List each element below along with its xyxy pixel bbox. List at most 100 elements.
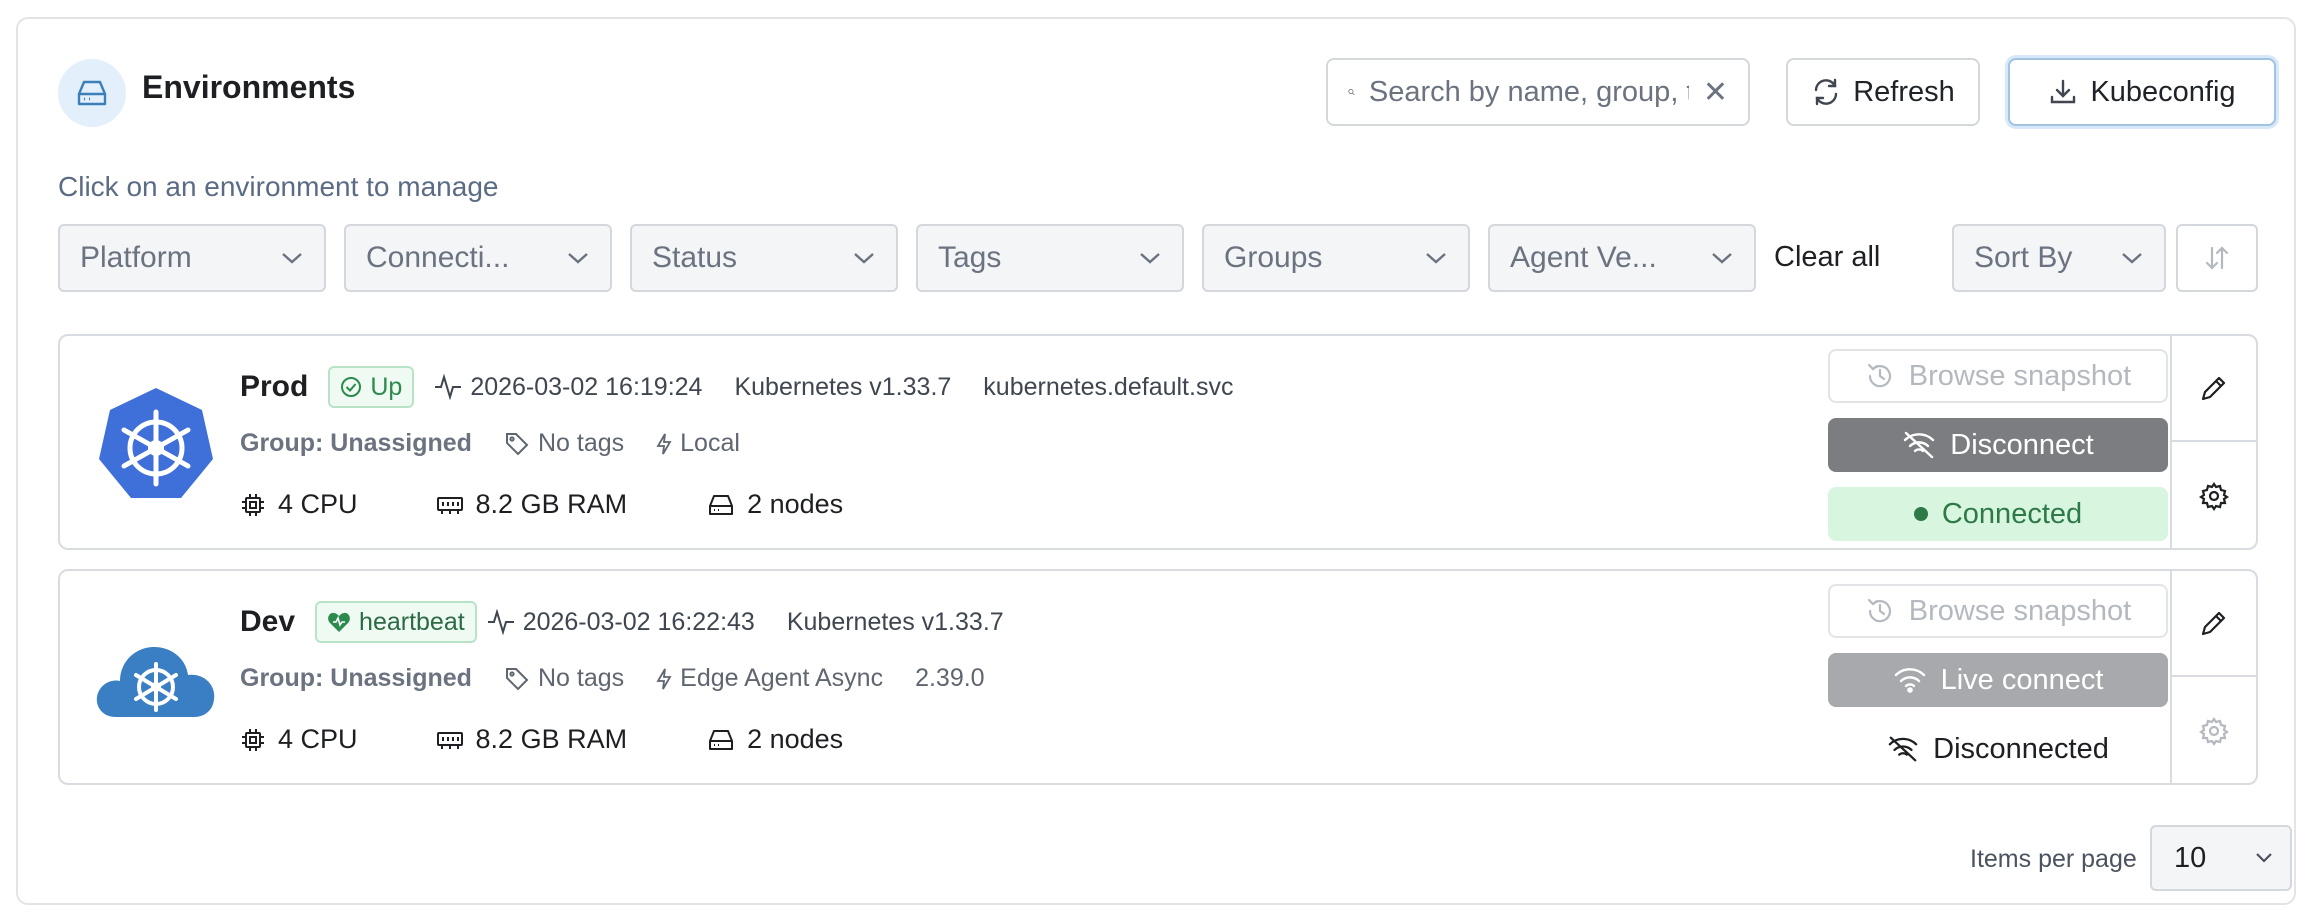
cpu-icon (242, 728, 264, 751)
chevron-down-icon (1140, 253, 1160, 264)
env-header-row: Dev heartbeat 2026-03-02 16:22:43 Kubern… (240, 601, 1004, 643)
kubeconfig-button[interactable]: Kubeconfig (2008, 58, 2276, 126)
download-icon (2051, 79, 2076, 104)
filter-groups[interactable]: Groups (1202, 224, 1470, 292)
env-header-row: Prod Up 2026-03-02 16:19:24 Kubernetes v… (240, 366, 1233, 408)
filter-label: Groups (1224, 241, 1323, 274)
heartbeat-time: 2026-03-02 16:22:43 (487, 608, 755, 637)
heartbeat-time-text: 2026-03-02 16:19:24 (470, 372, 703, 401)
filter-status[interactable]: Status (630, 224, 898, 292)
filter-label: Connecti... (366, 241, 510, 274)
env-nodes-text: 2 nodes (747, 489, 844, 519)
card-side-actions (2170, 336, 2256, 548)
env-tags-text: No tags (537, 664, 625, 692)
history-icon (1867, 363, 1891, 388)
env-nodes: 2 nodes (707, 489, 843, 520)
env-nodes: 2 nodes (707, 724, 843, 755)
heartbeat-time: 2026-03-02 16:19:24 (434, 373, 702, 402)
platform-version: Kubernetes v1.33.7 (734, 372, 952, 401)
env-cpu: 4 CPU (240, 489, 358, 520)
gear-icon (2199, 482, 2229, 511)
page-title: Environments (142, 69, 356, 105)
cpu-icon (242, 493, 264, 516)
settings-button[interactable] (2172, 442, 2256, 550)
activity-icon (435, 374, 462, 400)
memory-icon (436, 496, 463, 514)
connection-status-text: Disconnected (1933, 732, 2109, 765)
filter-label: Platform (80, 241, 192, 274)
live-connect-label: Live connect (1940, 663, 2104, 696)
status-badge: heartbeat (315, 601, 477, 643)
browse-snapshot-button[interactable]: Browse snapshot (1828, 584, 2168, 638)
check-circle-icon (341, 377, 362, 397)
status-dot-icon (1913, 507, 1928, 521)
kubeconfig-label: Kubeconfig (2090, 75, 2236, 108)
sort-by-select[interactable]: Sort By (1952, 224, 2166, 292)
browse-snapshot-label: Browse snapshot (1908, 359, 2132, 392)
filter-label: Tags (938, 241, 1002, 274)
platform-version: Kubernetes v1.33.7 (786, 607, 1004, 636)
clear-all-link[interactable]: Clear all (1774, 241, 1880, 274)
clear-search-icon[interactable]: ✕ (1703, 75, 1728, 110)
environment-card-prod[interactable]: Prod Up 2026-03-02 16:19:24 Kubernetes v… (58, 334, 2258, 550)
env-connection-type: Local (656, 429, 740, 458)
kubernetes-cloud-logo (94, 631, 218, 751)
pencil-icon (2201, 611, 2226, 636)
status-badge: Up (328, 366, 415, 408)
env-tags: No tags (504, 664, 624, 693)
env-cpu: 4 CPU (240, 724, 358, 755)
bolt-icon (656, 668, 672, 689)
wifi-off-icon (1904, 431, 1935, 459)
sort-arrows-icon (2205, 246, 2229, 270)
env-group: Group: Unassigned (240, 664, 472, 692)
env-group: Group: Unassigned (240, 429, 472, 457)
tag-icon (505, 432, 529, 455)
settings-button[interactable] (2172, 677, 2256, 785)
edit-button[interactable] (2172, 571, 2256, 677)
env-ram-text: 8.2 GB RAM (475, 489, 628, 519)
search-box[interactable]: ✕ (1326, 58, 1750, 126)
wifi-off-icon (1888, 736, 1918, 762)
history-icon (1867, 598, 1891, 623)
refresh-button[interactable]: Refresh (1786, 58, 1980, 126)
filter-tags[interactable]: Tags (916, 224, 1184, 292)
wifi-icon (1894, 668, 1925, 693)
env-name: Dev (240, 605, 296, 638)
disconnect-label: Disconnect (1950, 428, 2094, 461)
env-cpu-text: 4 CPU (278, 724, 358, 754)
env-meta-row: Group: Unassigned No tags Local (240, 429, 740, 458)
chevron-down-icon (854, 253, 874, 264)
env-url: kubernetes.default.svc (983, 372, 1234, 401)
filter-label: Agent Ve... (1510, 241, 1657, 274)
kubernetes-logo (94, 384, 218, 504)
env-connection-type-text: Local (680, 429, 740, 457)
edit-button[interactable] (2172, 336, 2256, 442)
chevron-down-icon (1712, 253, 1732, 264)
filter-platform[interactable]: Platform (58, 224, 326, 292)
bolt-icon (656, 433, 672, 454)
items-per-page-value: 10 (2174, 841, 2207, 874)
items-per-page-select[interactable]: 10 (2150, 825, 2292, 891)
items-per-page-label: Items per page (1970, 845, 2137, 873)
environment-card-dev[interactable]: Dev heartbeat 2026-03-02 16:22:43 Kubern… (58, 569, 2258, 785)
search-input[interactable] (1368, 75, 1689, 109)
env-resources-row: 4 CPU 8.2 GB RAM 2 nodes (240, 489, 843, 520)
chevron-down-icon (282, 253, 302, 264)
connection-status: Disconnected (1828, 722, 2168, 776)
agent-version: 2.39.0 (915, 664, 985, 692)
environments-widget: Environments ✕ Refresh Kubeconfig Click … (16, 17, 2296, 905)
env-connection-type-text: Edge Agent Async (680, 664, 884, 692)
env-ram: 8.2 GB RAM (436, 489, 628, 520)
filter-agent-version[interactable]: Agent Ve... (1488, 224, 1756, 292)
tag-icon (505, 667, 529, 690)
refresh-icon (1815, 78, 1838, 106)
env-tags-text: No tags (537, 429, 625, 457)
browse-snapshot-button[interactable]: Browse snapshot (1828, 349, 2168, 403)
gear-icon (2199, 717, 2229, 746)
disconnect-button[interactable]: Disconnect (1828, 418, 2168, 472)
filter-connection[interactable]: Connecti... (344, 224, 612, 292)
sort-by-label: Sort By (1974, 241, 2073, 274)
sort-order-button[interactable] (2176, 224, 2258, 292)
live-connect-button[interactable]: Live connect (1828, 653, 2168, 707)
server-icon (58, 59, 126, 127)
